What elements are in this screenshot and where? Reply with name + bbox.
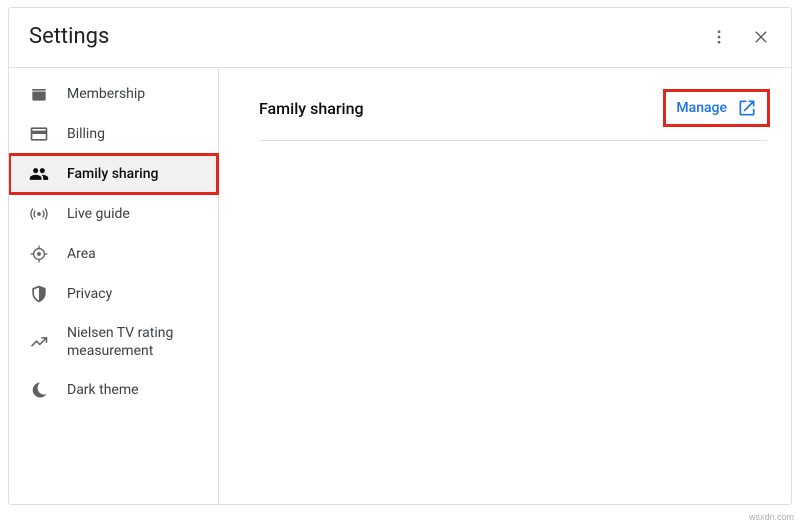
sidebar-item-billing[interactable]: Billing [9, 114, 218, 154]
sidebar-item-label: Area [67, 245, 206, 263]
settings-dialog: Settings Membership Billing [8, 7, 792, 505]
kebab-icon [710, 28, 728, 46]
membership-icon [29, 84, 49, 104]
more-options-button[interactable] [709, 27, 729, 47]
settings-sidebar: Membership Billing Family sharing Live g… [9, 68, 219, 504]
sidebar-item-nielsen[interactable]: Nielsen TV rating measurement [9, 314, 218, 370]
page-title: Settings [29, 24, 109, 49]
dialog-body: Membership Billing Family sharing Live g… [9, 67, 791, 504]
sidebar-item-dark-theme[interactable]: Dark theme [9, 370, 218, 410]
close-icon [752, 28, 770, 46]
shield-icon [29, 284, 49, 304]
moon-icon [29, 380, 49, 400]
section-title: Family sharing [259, 99, 364, 118]
people-icon [29, 164, 49, 184]
close-button[interactable] [751, 27, 771, 47]
open-in-new-icon [737, 98, 757, 118]
sidebar-item-label: Dark theme [67, 381, 206, 399]
broadcast-icon [29, 204, 49, 224]
sidebar-item-label: Nielsen TV rating measurement [67, 324, 206, 360]
sidebar-item-family-sharing[interactable]: Family sharing [9, 154, 218, 194]
sidebar-item-privacy[interactable]: Privacy [9, 274, 218, 314]
header-actions [709, 27, 771, 47]
sidebar-item-label: Live guide [67, 205, 206, 223]
sidebar-item-membership[interactable]: Membership [9, 74, 218, 114]
sidebar-item-label: Billing [67, 125, 206, 143]
sidebar-item-area[interactable]: Area [9, 234, 218, 274]
trending-icon [29, 332, 49, 352]
credit-card-icon [29, 124, 49, 144]
dialog-header: Settings [9, 8, 791, 67]
main-content: Family sharing Manage [219, 68, 791, 504]
location-icon [29, 244, 49, 264]
sidebar-item-label: Privacy [67, 285, 206, 303]
sidebar-item-live-guide[interactable]: Live guide [9, 194, 218, 234]
manage-label: Manage [676, 100, 727, 116]
watermark: wsxdn.com [749, 512, 794, 522]
sidebar-item-label: Family sharing [67, 165, 206, 183]
sidebar-item-label: Membership [67, 85, 206, 103]
section-header: Family sharing Manage [259, 92, 767, 141]
manage-button[interactable]: Manage [666, 92, 767, 124]
